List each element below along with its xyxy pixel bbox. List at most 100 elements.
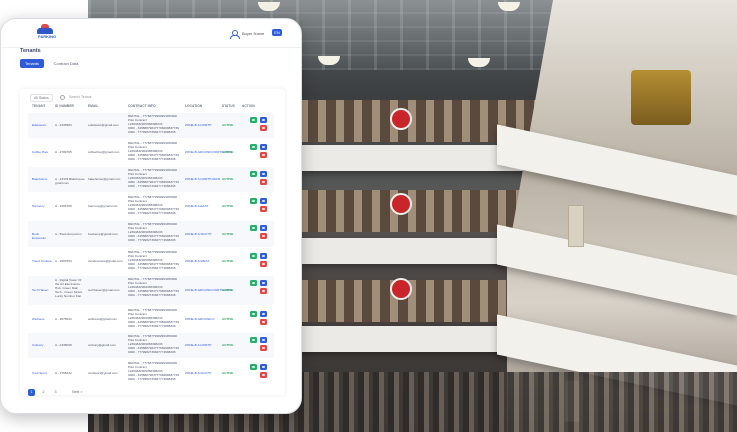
next-page-button[interactable]: Next > (72, 389, 83, 396)
edit-icon[interactable] (260, 198, 267, 204)
edit-icon[interactable] (260, 171, 267, 177)
search-icon (60, 95, 65, 100)
location-link[interactable]: ZONE-B-3-EAST (185, 204, 209, 208)
contract-info: RENTAL - 77768779982993456000 Pilot Contr… (128, 114, 179, 134)
app-logo[interactable]: PARKING (37, 24, 56, 39)
edit-icon[interactable] (260, 117, 267, 123)
delete-icon[interactable] (260, 345, 267, 351)
view-icon[interactable] (250, 144, 257, 150)
status-badge: ACTIVE (222, 150, 234, 154)
tablet-device: PARKING Buyer Name EN Tenants Tenants Co… (0, 18, 302, 414)
status-badge: ACTIVE (222, 204, 234, 208)
delete-icon[interactable] (260, 372, 267, 378)
table-row[interactable]: Edelweiss A - 2345983 edelweiss@gmail.com R… (28, 113, 274, 138)
page-button[interactable]: 2 (40, 389, 47, 396)
column-header[interactable]: ACTION (242, 104, 255, 108)
view-icon[interactable] (250, 280, 257, 286)
table-row[interactable]: Book Emporium A - Book Emporium bookemp@gm… (28, 221, 274, 247)
tenant-name[interactable]: Edelweiss (32, 123, 52, 127)
page-button[interactable]: 1 (28, 389, 35, 396)
table-row[interactable]: Culinary A - 2345098 culinary@gmail.com REN… (28, 333, 274, 358)
tab-contract-data[interactable]: Contract Data (51, 59, 81, 68)
tenant-name[interactable]: Bakehouse (32, 177, 52, 181)
table-row[interactable]: Tech Haven A - Digital Tower Of the Art E… (28, 276, 274, 305)
table-row[interactable]: Coffee Hive A - 2789765 coffeehive@gmail.c… (28, 140, 274, 165)
tab-tenants[interactable]: Tenants (20, 59, 44, 68)
delete-icon[interactable] (260, 319, 267, 325)
status-badge: ACTIVE (222, 371, 234, 375)
delete-icon[interactable] (260, 125, 267, 131)
tenant-email: techhaven@gmail.com (88, 288, 120, 292)
column-header[interactable]: EMAIL (88, 104, 98, 108)
column-header[interactable]: LOCATION (185, 104, 202, 108)
view-icon[interactable] (250, 364, 257, 370)
table-row[interactable]: Bakehouse A - 23478 Bakehouse gmail.com ba… (28, 167, 274, 192)
page-button[interactable]: 3 (52, 389, 59, 396)
column-header[interactable]: ID NUMBER (55, 104, 74, 108)
user-icon[interactable] (230, 30, 240, 39)
delete-icon[interactable] (260, 288, 267, 294)
tenant-name[interactable]: Coffee Hive (32, 150, 52, 154)
edit-icon[interactable] (260, 364, 267, 370)
user-name[interactable]: Buyer Name (242, 31, 264, 36)
id-number: A - 2456789 (55, 204, 72, 208)
status-badge: ACTIVE (222, 343, 234, 347)
table-row[interactable]: Harmony A - 2456789 harmony@gmail.com RENTA… (28, 194, 274, 219)
view-icon[interactable] (250, 337, 257, 343)
delete-icon[interactable] (260, 261, 267, 267)
view-icon[interactable] (250, 225, 257, 231)
location-link[interactable]: ZONE-B-3-NORTH-MAIN (185, 177, 220, 181)
edit-icon[interactable] (260, 253, 267, 259)
tenant-name[interactable]: Tech Haven (32, 288, 52, 292)
view-icon[interactable] (250, 311, 257, 317)
app-header: PARKING Buyer Name EN (1, 19, 301, 48)
tenant-name[interactable]: Trend Couture (32, 259, 52, 263)
storefront-row (300, 190, 530, 232)
location-link[interactable]: ZONE-B-GROUND-C (185, 317, 215, 321)
pagination: 1 2 3 Next > (28, 389, 108, 397)
location-link[interactable]: ZONE-B-3-NORTH (185, 123, 211, 127)
id-number: A - Digital Tower Of the Art Electronics… (55, 278, 83, 298)
location-link[interactable]: ZONE-B-3-SOUTH (185, 232, 211, 236)
edit-icon[interactable] (260, 225, 267, 231)
delete-icon[interactable] (260, 179, 267, 185)
tenant-name[interactable]: Harmony (32, 204, 52, 208)
contract-info: RENTAL - 77768779982993456000 Pilot Contr… (128, 308, 179, 328)
tenant-name[interactable]: Book Emporium (32, 232, 52, 240)
contract-info: RENTAL - 77768779982993456000 Pilot Contr… (128, 195, 179, 215)
view-icon[interactable] (250, 171, 257, 177)
contract-line: 0000 - 7779982739847774688338 (128, 293, 176, 297)
view-icon[interactable] (250, 117, 257, 123)
view-icon[interactable] (250, 253, 257, 259)
location-link[interactable]: ZONE-B-3-WEST (185, 259, 209, 263)
edit-icon[interactable] (260, 144, 267, 150)
edit-icon[interactable] (260, 337, 267, 343)
tenant-name[interactable]: Wellness (32, 317, 52, 321)
table-filters: All Status Search Tenant (30, 94, 290, 102)
column-header[interactable]: TENANT (32, 104, 46, 108)
status-filter-select[interactable]: All Status (30, 94, 53, 102)
view-icon[interactable] (250, 198, 257, 204)
language-button[interactable]: EN (272, 29, 282, 36)
search-input[interactable]: Search Tenant (66, 94, 95, 100)
contract-info: RENTAL - 77768779982993456000 Pilot Contr… (128, 277, 179, 297)
tenant-name[interactable]: Cool Sport (32, 371, 52, 375)
column-header[interactable]: CONTRACT INFO (128, 104, 156, 108)
table-row[interactable]: Wellness A - 2876543 wellness@gmail.com REN… (28, 307, 274, 331)
location-link[interactable]: ZONE-B-3-NORTH (185, 343, 211, 347)
column-header[interactable]: STATUS (222, 104, 235, 108)
delete-icon[interactable] (260, 152, 267, 158)
table-row[interactable]: Cool Sport A - 2765432 coolsport@gmail.com… (28, 360, 274, 386)
id-number: A - 2987654 (55, 259, 72, 263)
id-number: A - 2345098 (55, 343, 72, 347)
delete-icon[interactable] (260, 233, 267, 239)
tenant-email: bookemp@gmail.com (88, 232, 118, 236)
delete-icon[interactable] (260, 206, 267, 212)
table-row[interactable]: Trend Couture A - 2987654 trendcouture@gma… (28, 249, 274, 274)
tenant-name[interactable]: Culinary (32, 343, 52, 347)
contract-line: 0000 - 7779982739847774688338 (128, 350, 176, 354)
edit-icon[interactable] (260, 280, 267, 286)
edit-icon[interactable] (260, 311, 267, 317)
contract-info: RENTAL - 77768779982993456000 Pilot Contr… (128, 222, 179, 242)
location-link[interactable]: ZONE-B-3-SOUTH (185, 371, 211, 375)
